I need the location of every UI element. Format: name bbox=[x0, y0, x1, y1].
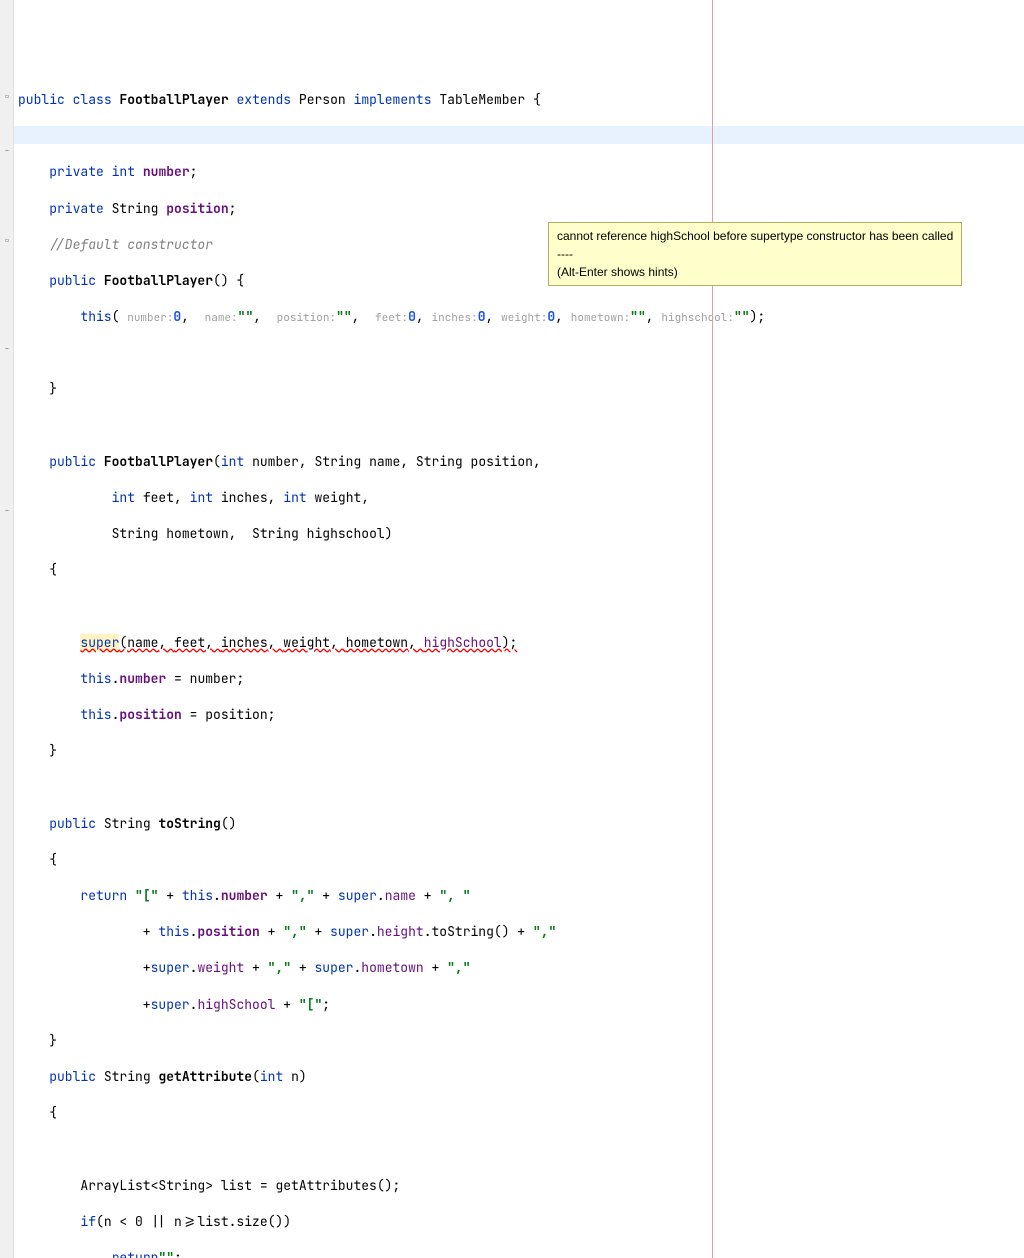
code-line[interactable]: if(n < 0 || n>=list.size()) bbox=[18, 1213, 1024, 1231]
code-line[interactable]: return "[" + this.number + "," + super.n… bbox=[18, 887, 1024, 905]
code-line[interactable]: + this.position + "," + super.height.toS… bbox=[18, 923, 1024, 941]
tooltip-divider: ---- bbox=[557, 245, 953, 263]
code-line[interactable]: public String getAttribute(int n) bbox=[18, 1068, 1024, 1086]
gutter-fold-icon[interactable]: - bbox=[2, 504, 12, 518]
code-line[interactable]: } bbox=[18, 742, 1024, 760]
code-line[interactable]: this( number:0, name:"", position:"", fe… bbox=[18, 308, 1024, 326]
code-line[interactable]: } bbox=[18, 1032, 1024, 1050]
code-line[interactable]: return""; bbox=[18, 1249, 1024, 1258]
code-line[interactable]: super(name, feet, inches, weight, hometo… bbox=[18, 634, 1024, 652]
code-line[interactable]: ArrayList<String> list = getAttributes()… bbox=[18, 1177, 1024, 1195]
tooltip-message: cannot reference highSchool before super… bbox=[557, 227, 953, 245]
code-line[interactable]: +super.highSchool + "["; bbox=[18, 996, 1024, 1014]
code-line[interactable]: this.number = number; bbox=[18, 670, 1024, 688]
code-line[interactable] bbox=[18, 127, 1024, 145]
code-line[interactable]: { bbox=[18, 851, 1024, 869]
code-line[interactable] bbox=[18, 1140, 1024, 1158]
right-margin-guide bbox=[712, 0, 713, 1258]
code-line[interactable] bbox=[18, 779, 1024, 797]
code-editor[interactable]: ▫ - ▫ - - public class FootballPlayer ex… bbox=[0, 0, 1024, 1258]
code-line[interactable]: { bbox=[18, 1104, 1024, 1122]
code-line[interactable]: int feet, int inches, int weight, bbox=[18, 489, 1024, 507]
code-line[interactable] bbox=[18, 344, 1024, 362]
code-line[interactable] bbox=[18, 598, 1024, 616]
gutter: ▫ - ▫ - - bbox=[0, 0, 14, 1258]
tooltip-hint: (Alt-Enter shows hints) bbox=[557, 263, 953, 281]
code-line[interactable]: public String toString() bbox=[18, 815, 1024, 833]
code-line[interactable]: private int number; bbox=[18, 163, 1024, 181]
code-line[interactable]: this.position = position; bbox=[18, 706, 1024, 724]
code-line[interactable]: public class FootballPlayer extends Pers… bbox=[18, 91, 1024, 109]
code-line[interactable]: { bbox=[18, 561, 1024, 579]
code-line[interactable]: private String position; bbox=[18, 200, 1024, 218]
code-line[interactable] bbox=[18, 417, 1024, 435]
code-line[interactable]: +super.weight + "," + super.hometown + "… bbox=[18, 959, 1024, 977]
code-line[interactable]: } bbox=[18, 380, 1024, 398]
code-line[interactable]: public FootballPlayer(int number, String… bbox=[18, 453, 1024, 471]
gutter-fold-icon[interactable]: - bbox=[2, 144, 12, 158]
gutter-fold-icon[interactable]: ▫ bbox=[2, 234, 12, 248]
gutter-fold-icon[interactable]: ▫ bbox=[2, 90, 12, 104]
code-line[interactable]: String hometown, String highschool) bbox=[18, 525, 1024, 543]
gutter-fold-icon[interactable]: - bbox=[2, 342, 12, 356]
error-tooltip: cannot reference highSchool before super… bbox=[548, 222, 962, 286]
